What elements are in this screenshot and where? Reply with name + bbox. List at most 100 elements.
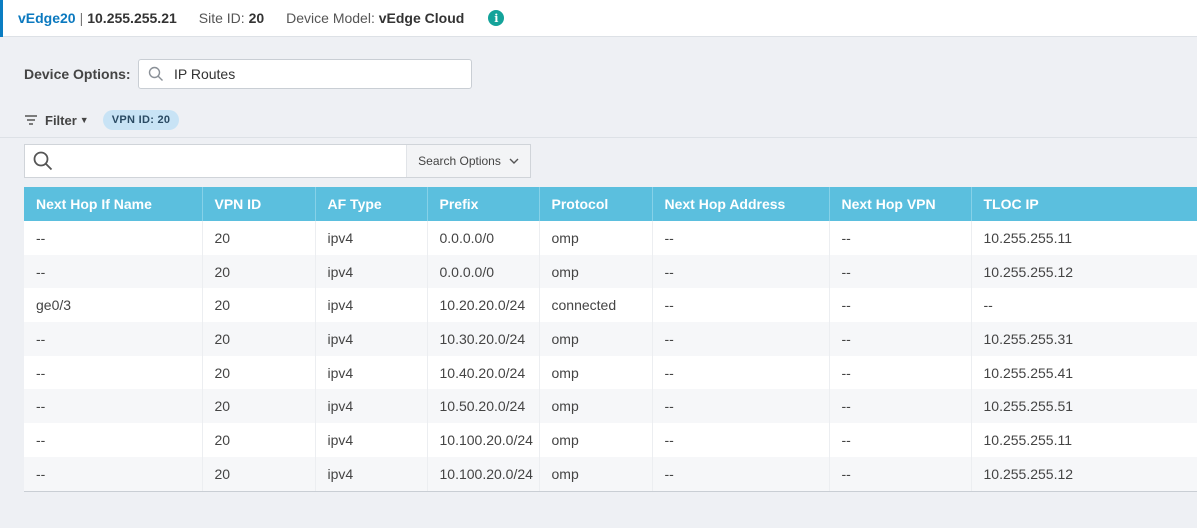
table-cell: -- — [829, 221, 972, 255]
table-cell: 20 — [202, 254, 316, 289]
table-cell: -- — [24, 355, 203, 390]
table-cell: omp — [539, 322, 653, 356]
table-row[interactable]: -- 20 ipv4 0.0.0.0/0 omp -- -- 10.255.255.12 — [24, 254, 1197, 289]
site-id-label: Site ID: — [198, 10, 245, 26]
table-cell: 20 — [202, 423, 316, 457]
device-ip: 10.255.255.21 — [87, 10, 177, 26]
table-cell: -- — [652, 389, 830, 424]
table-cell: -- — [24, 456, 203, 491]
header-accent-bar — [0, 0, 3, 37]
device-model: Device Model: vEdge Cloud — [286, 10, 464, 26]
table-cell: 10.50.20.0/24 — [427, 389, 540, 424]
table-row[interactable]: -- 20 ipv4 10.50.20.0/24 omp -- -- 10.255.255.5… — [24, 389, 1197, 424]
device-header: vEdge20 | 10.255.255.21 Site ID: 20 Devi… — [0, 0, 1197, 37]
table-cell: omp — [539, 423, 653, 457]
table-cell: 10.100.20.0/24 — [427, 423, 540, 457]
table-row[interactable]: -- 20 ipv4 10.30.20.0/24 omp -- -- 10.255.255.3… — [24, 322, 1197, 356]
table-cell: -- — [24, 423, 203, 457]
device-model-label: Device Model: — [286, 10, 375, 26]
search-icon — [33, 151, 53, 171]
search-options-label: Search Options — [418, 154, 501, 168]
table-cell: omp — [539, 254, 653, 289]
table-cell: omp — [539, 355, 653, 390]
table-row[interactable]: -- 20 ipv4 0.0.0.0/0 omp -- -- 10.255.255.11 — [24, 221, 1197, 255]
table-cell: ge0/3 — [24, 288, 203, 323]
column-header[interactable]: Prefix — [427, 187, 540, 221]
table-cell: -- — [24, 389, 203, 424]
info-icon[interactable]: i — [488, 10, 505, 26]
table-cell: connected — [539, 288, 653, 323]
table-row[interactable]: ge0/3 20 ipv4 10.20.20.0/24 connected -- -- -- — [24, 288, 1197, 323]
table-cell: -- — [652, 423, 830, 457]
table-cell: -- — [652, 288, 830, 323]
device-options-label: Device Options: — [24, 66, 131, 82]
column-header[interactable]: TLOC IP — [971, 187, 1197, 221]
divider — [0, 137, 1197, 138]
vpn-id-chip[interactable]: VPN ID: 20 — [102, 110, 180, 130]
table-cell: -- — [829, 322, 972, 356]
table-cell: 10.20.20.0/24 — [427, 288, 540, 323]
chevron-down-icon — [509, 158, 519, 164]
column-header[interactable]: Next Hop Address — [652, 187, 830, 221]
table-cell: omp — [539, 389, 653, 424]
table-cell: 10.255.255.31 — [971, 322, 1197, 356]
table-cell: ipv4 — [315, 288, 428, 323]
table-cell: -- — [652, 221, 830, 255]
table-cell: -- — [829, 288, 972, 323]
routes-table: Next Hop If Name VPN ID AF Type Prefix P… — [24, 187, 1197, 492]
table-cell: 20 — [202, 456, 316, 491]
table-cell: -- — [24, 322, 203, 356]
table-cell: ipv4 — [315, 221, 428, 255]
device-options-input[interactable]: IP Routes — [138, 59, 472, 89]
table-cell: omp — [539, 221, 653, 255]
table-cell: -- — [652, 322, 830, 356]
table-cell: ipv4 — [315, 355, 428, 390]
table-cell: 20 — [202, 288, 316, 323]
table-cell: omp — [539, 456, 653, 491]
table-cell: ipv4 — [315, 254, 428, 289]
table-cell: 0.0.0.0/0 — [427, 254, 540, 289]
table-cell: ipv4 — [315, 423, 428, 457]
table-cell: 20 — [202, 322, 316, 356]
table-row[interactable]: -- 20 ipv4 10.100.20.0/24 omp -- -- 10.255.255.… — [24, 456, 1197, 491]
table-cell: -- — [829, 254, 972, 289]
table-cell: 10.100.20.0/24 — [427, 456, 540, 491]
search-input[interactable] — [53, 145, 406, 177]
table-row[interactable]: -- 20 ipv4 10.40.20.0/24 omp -- -- 10.255.255.4… — [24, 355, 1197, 390]
table-cell: -- — [652, 456, 830, 491]
device-name-link[interactable]: vEdge20 — [18, 10, 76, 26]
table-cell: 20 — [202, 355, 316, 390]
table-cell: -- — [829, 389, 972, 424]
table-cell: 10.40.20.0/24 — [427, 355, 540, 390]
device-model-value: vEdge Cloud — [378, 10, 465, 26]
search-options-dropdown[interactable]: Search Options — [406, 145, 530, 177]
table-cell: 20 — [202, 389, 316, 424]
site-id-value: 20 — [248, 10, 265, 26]
table-cell: -- — [829, 355, 972, 390]
table-cell: ipv4 — [315, 456, 428, 491]
table-row[interactable]: -- 20 ipv4 10.100.20.0/24 omp -- -- 10.255.255.… — [24, 423, 1197, 457]
table-cell: 10.255.255.12 — [971, 456, 1197, 491]
table-cell: -- — [652, 254, 830, 289]
table-cell: 10.30.20.0/24 — [427, 322, 540, 356]
table-cell: -- — [24, 221, 203, 255]
table-cell: -- — [971, 288, 1197, 323]
table-cell: -- — [829, 456, 972, 491]
table-search: Search Options — [24, 144, 531, 178]
filter-button[interactable]: Filter ▼ — [24, 113, 89, 128]
column-header[interactable]: VPN ID — [202, 187, 316, 221]
column-header[interactable]: Next Hop VPN — [829, 187, 972, 221]
table-cell: -- — [829, 423, 972, 457]
table-cell: -- — [652, 355, 830, 390]
table-cell: ipv4 — [315, 322, 428, 356]
site-id: Site ID: 20 — [199, 10, 264, 26]
table-cell: 10.255.255.11 — [971, 423, 1197, 457]
table-cell: 0.0.0.0/0 — [427, 221, 540, 255]
column-header[interactable]: AF Type — [315, 187, 428, 221]
device-options-value: IP Routes — [174, 66, 236, 82]
column-header[interactable]: Next Hop If Name — [24, 187, 203, 221]
table-cell: 20 — [202, 221, 316, 255]
search-icon — [148, 66, 164, 82]
column-header[interactable]: Protocol — [539, 187, 653, 221]
table-cell: -- — [24, 254, 203, 289]
